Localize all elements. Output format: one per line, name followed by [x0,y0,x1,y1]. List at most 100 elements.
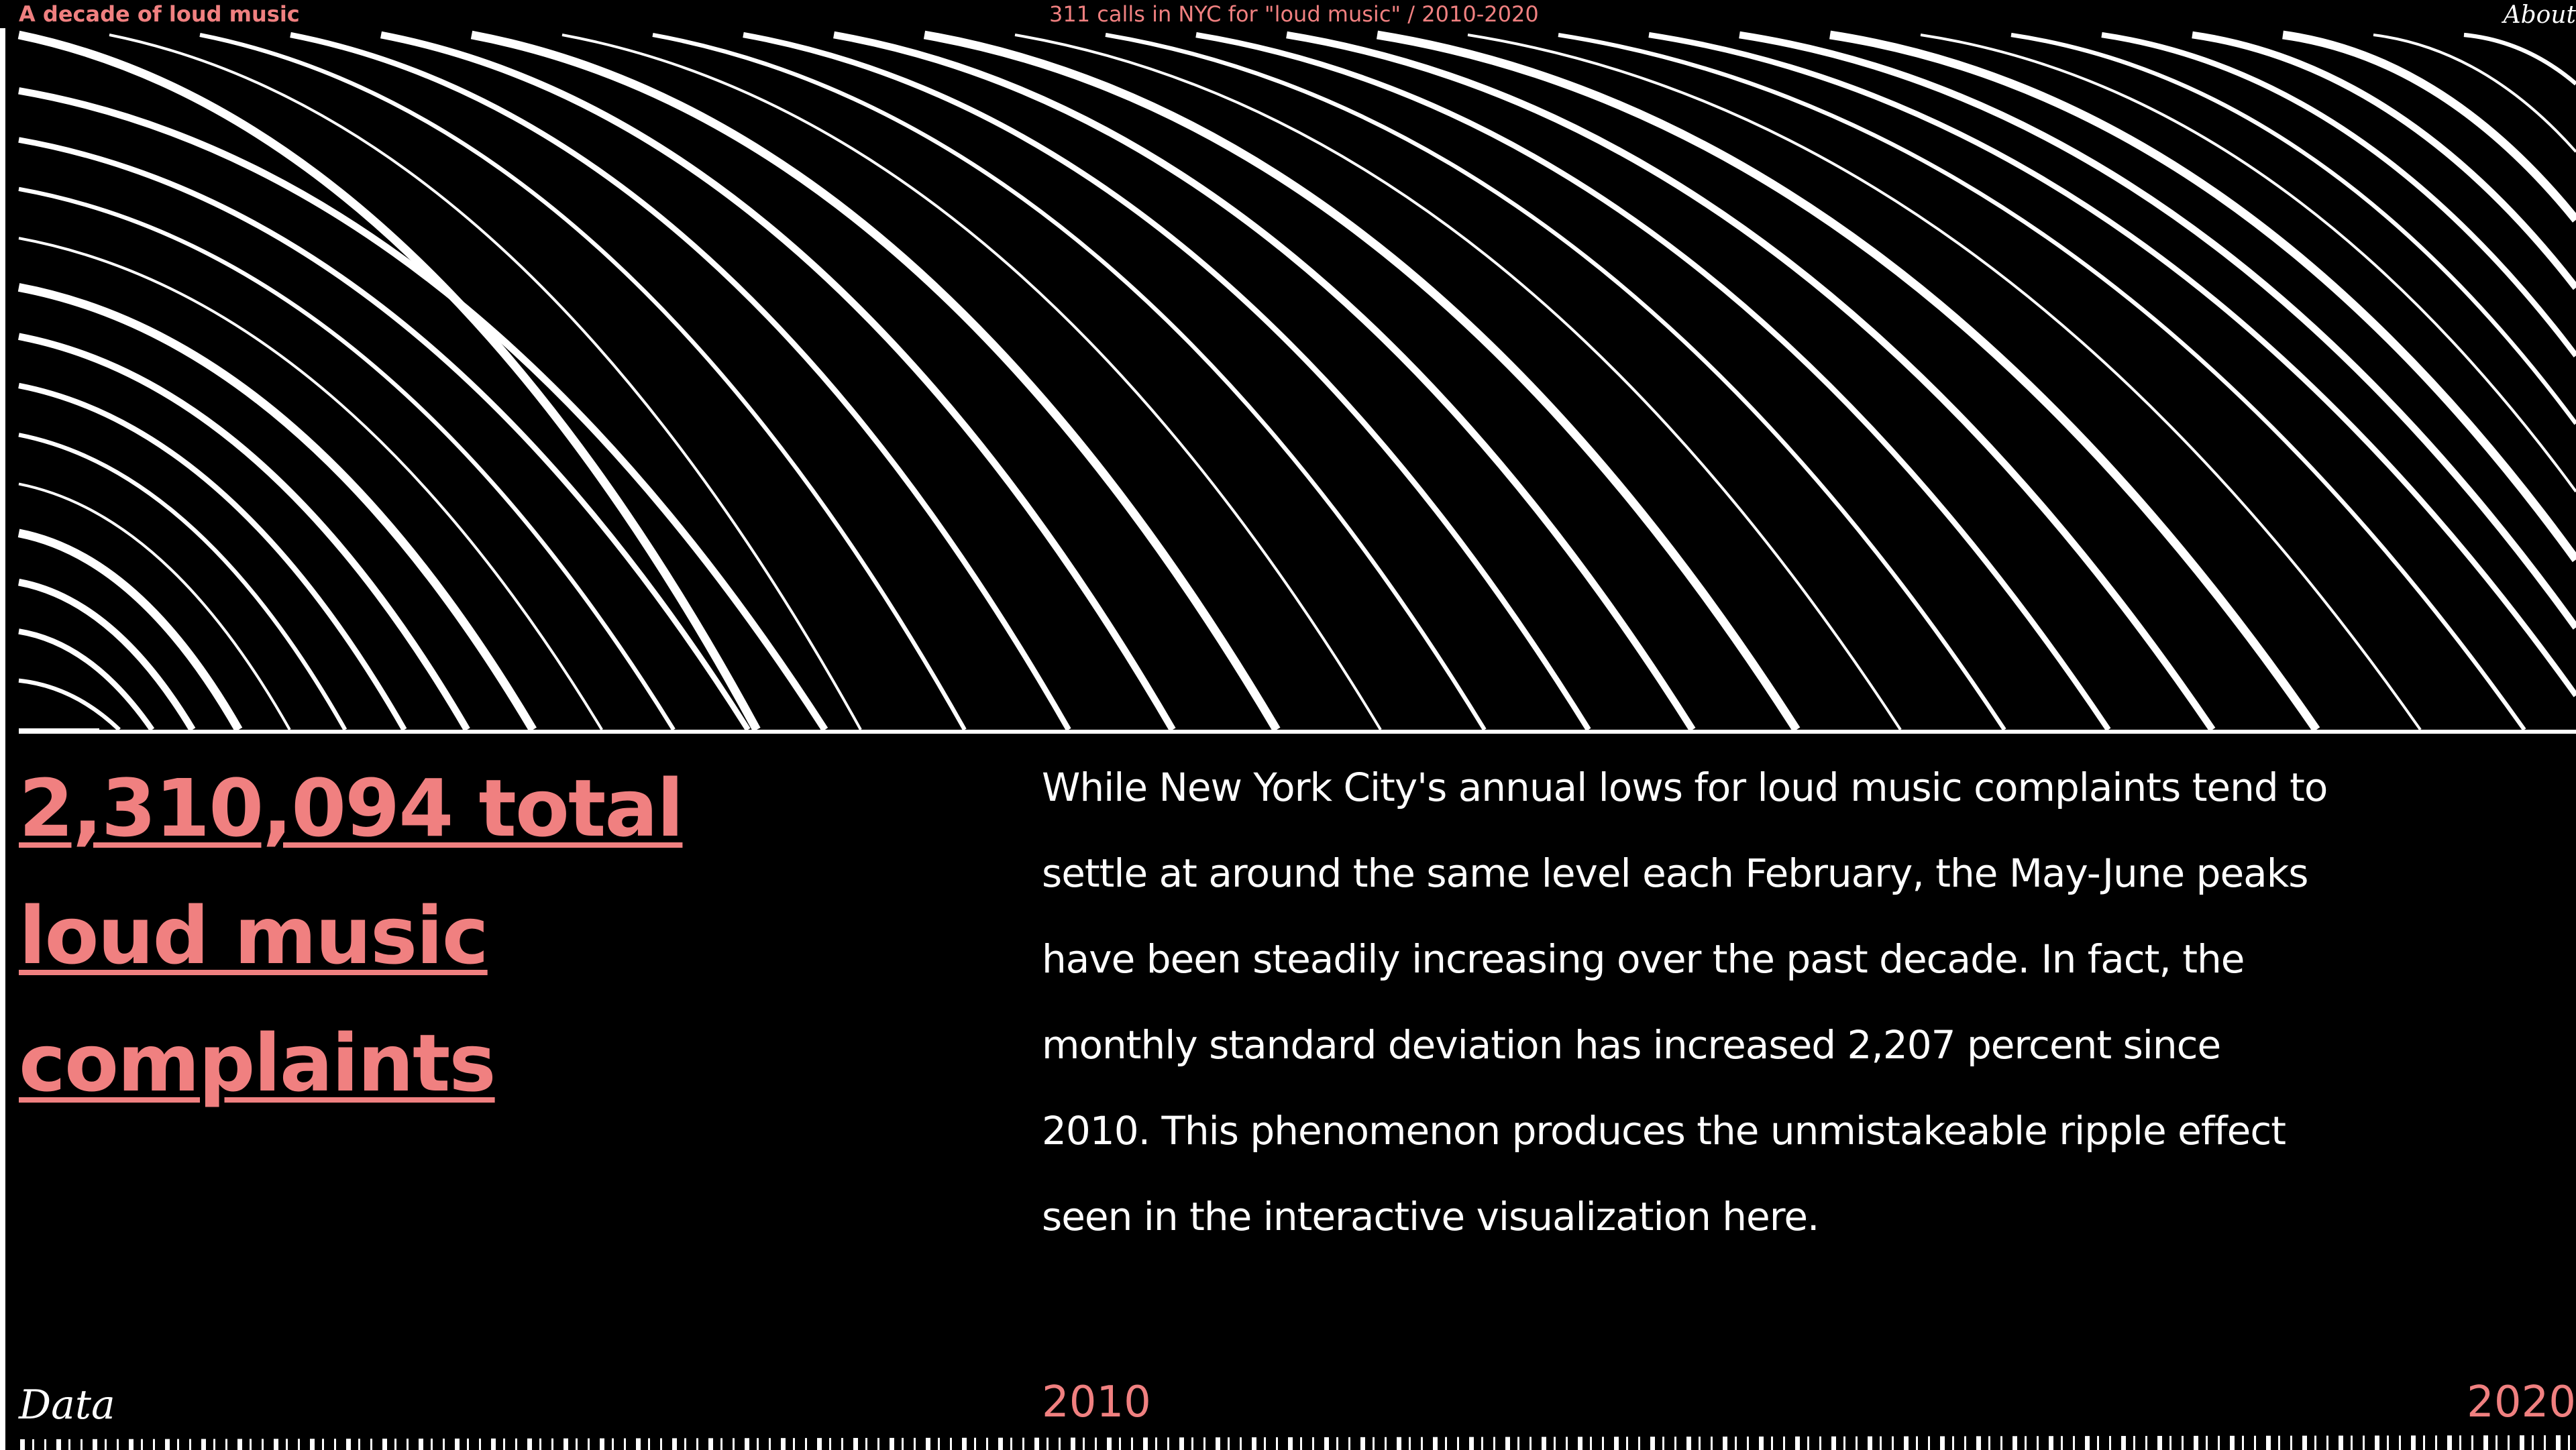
timeline-strip[interactable] [0,1434,2576,1450]
visualization-baseline [19,730,2576,734]
timeline-tick [1022,1437,1024,1450]
total-complaints-headline[interactable]: 2,310,094 total loud music complaints [19,744,810,1127]
data-link[interactable]: Data [19,1382,115,1429]
timeline-tick [1747,1436,1749,1450]
timeline-tick [841,1438,843,1450]
timeline-tick [781,1438,786,1450]
timeline-tick [877,1437,879,1450]
timeline-tick [1336,1437,1338,1450]
timeline-tick [1276,1437,1278,1450]
ripple-arc [561,34,1382,731]
timeline-tick [2351,1435,2353,1450]
timeline-tick [467,1438,469,1450]
timeline-tick [745,1438,749,1450]
timeline-tick [1759,1436,1764,1450]
timeline-tick [32,1439,34,1450]
timeline-tick [1288,1437,1293,1450]
timeline-tick [370,1439,372,1450]
timeline-tick [503,1438,505,1450]
timeline-tick [2459,1435,2461,1450]
timeline-tick [2532,1435,2534,1450]
timeline-tick [93,1439,97,1450]
timeline-tick [298,1439,300,1450]
timeline-tick [2447,1435,2452,1450]
timeline-tick [853,1438,858,1450]
timeline-tick [407,1439,409,1450]
timeline-tick [2012,1436,2017,1450]
timeline-tick [1819,1436,1821,1450]
timeline-tick [1083,1437,1085,1450]
timeline-tick [1191,1437,1193,1450]
timeline-tick [636,1438,641,1450]
timeline-tick [1385,1437,1387,1450]
timeline-tick [2508,1435,2510,1450]
ripple-arc [470,30,1281,732]
timeline-tick [2435,1435,2437,1450]
timeline-tick [1433,1437,1438,1450]
timeline-tick [141,1439,143,1450]
timeline-tick [793,1438,795,1450]
timeline-tick [201,1439,206,1450]
timeline-tick [431,1438,433,1450]
ripple-arc [833,31,1696,732]
timeline-tick [2544,1435,2546,1450]
timeline-tick [105,1439,107,1450]
ripple-visualization[interactable] [0,28,2576,732]
ripple-arc [652,32,1487,731]
timeline-tick [1940,1436,1945,1450]
timeline-tick [1711,1437,1713,1450]
timeline-tick [1034,1437,1039,1450]
timeline-tick [1203,1437,1205,1450]
timeline-tick [2314,1435,2316,1450]
timeline-tick [1095,1437,1097,1450]
timeline-tick [1892,1436,1894,1450]
timeline-tick [1686,1437,1691,1450]
timeline-tick [2471,1435,2473,1450]
site-title[interactable]: A decade of loud music [19,1,300,27]
timeline-tick [1373,1437,1375,1450]
timeline-tick [1928,1436,1930,1450]
timeline-tick [56,1439,61,1450]
timeline-tick [2109,1436,2111,1450]
timeline-tick [1578,1437,1582,1450]
timeline-tick [515,1438,517,1450]
timeline-tick [394,1439,396,1450]
timeline-tick [20,1439,25,1450]
timeline-tick [2085,1436,2090,1450]
timeline-tick [1988,1436,1990,1450]
timeline-tick [1312,1437,1314,1450]
timeline-tick [2254,1435,2256,1450]
timeline-tick [1469,1437,1474,1450]
timeline-tick [1107,1437,1112,1450]
timeline-tick [2230,1435,2235,1450]
timeline-tick [1155,1437,1157,1450]
timeline-tick [419,1439,423,1450]
ripple-arc [2010,32,2576,425]
timeline-tick [1904,1436,1909,1450]
timeline-tick [2302,1435,2307,1450]
timeline-tick [1795,1436,1800,1450]
timeline-tick [1723,1436,1727,1450]
timeline-tick [1071,1437,1075,1450]
timeline-tick [1626,1437,1628,1450]
timeline-tick [2182,1435,2184,1450]
timeline-tick [720,1438,722,1450]
timeline-tick [1348,1437,1350,1450]
timeline-tick [153,1439,155,1450]
timeline-tick [2121,1436,2126,1450]
timeline-tick [1542,1437,1546,1450]
ripple-arc [18,186,676,731]
timeline-tick [1916,1436,1918,1450]
timeline-tick [1264,1437,1266,1450]
timeline-tick [1046,1437,1049,1450]
ripple-arc [743,32,1591,732]
timeline-tick [1216,1437,1220,1450]
timeline-tick [805,1438,807,1450]
about-link[interactable]: About [2504,1,2576,29]
timeline-tick [865,1437,867,1450]
timeline-tick [648,1438,650,1450]
timeline-tick [382,1439,387,1450]
timeline-tick [44,1439,46,1450]
timeline-start-year: 2010 [1042,1378,1151,1427]
timeline-tick [2133,1436,2135,1450]
